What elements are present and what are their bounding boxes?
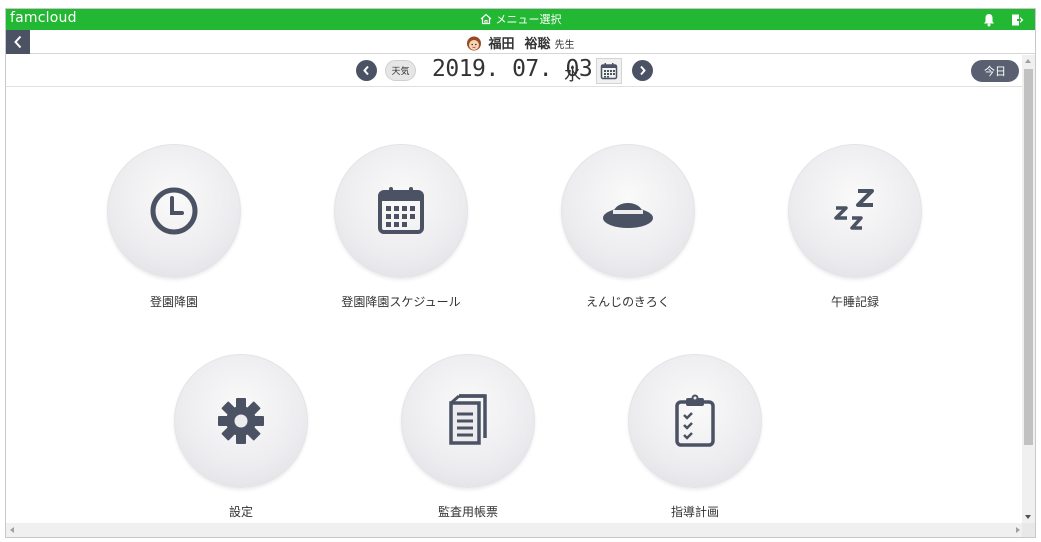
menu-tile-label: 登園降園スケジュール bbox=[341, 295, 461, 309]
menu-tile-label: 指導計画 bbox=[670, 505, 719, 519]
user-given-name: 裕聡 bbox=[524, 37, 551, 52]
title-bar: famcloud メニュー選択 bbox=[6, 9, 1035, 30]
menu-title[interactable]: メニュー選択 bbox=[6, 11, 1035, 28]
user-bar: 福田 裕聡 先生 bbox=[6, 30, 1035, 54]
calendar-icon bbox=[600, 63, 618, 80]
menu-tile-circle[interactable] bbox=[628, 354, 762, 488]
scroll-up-arrow-icon[interactable] bbox=[1025, 59, 1031, 63]
chevron-right-icon bbox=[640, 65, 646, 76]
scrollbar-thumb[interactable] bbox=[1024, 69, 1033, 445]
menu-tile-teaching-plan[interactable]: 指導計画 bbox=[620, 354, 770, 520]
vertical-scrollbar[interactable] bbox=[1022, 55, 1035, 523]
user-family-name: 福田 bbox=[488, 37, 515, 52]
sleep-zzz-icon bbox=[834, 189, 874, 230]
documents-icon bbox=[449, 394, 487, 445]
menu-tile-label: 登園降園 bbox=[149, 295, 198, 309]
menu-tile-circle[interactable] bbox=[107, 144, 241, 278]
menu-tile-label: 監査用帳票 bbox=[437, 505, 498, 519]
logout-icon[interactable] bbox=[1011, 12, 1025, 31]
scroll-left-arrow-icon[interactable] bbox=[10, 527, 14, 533]
menu-tile-nap-records[interactable]: 午睡記録 bbox=[780, 144, 930, 310]
date-bar: 天気 2019. 07. 03 水 今日 bbox=[6, 55, 1035, 87]
scroll-right-arrow-icon[interactable] bbox=[1016, 527, 1020, 533]
home-icon bbox=[480, 13, 492, 28]
menu-tile-label: 午睡記録 bbox=[830, 295, 879, 309]
menu-tile-label: 設定 bbox=[228, 505, 253, 519]
menu-tile-child-records[interactable]: えんじのきろく bbox=[553, 144, 703, 310]
today-button[interactable]: 今日 bbox=[971, 60, 1019, 82]
menu-tile-circle[interactable] bbox=[401, 354, 535, 488]
previous-day-button[interactable] bbox=[356, 60, 377, 81]
horizontal-scrollbar[interactable] bbox=[6, 523, 1024, 537]
scroll-down-arrow-icon[interactable] bbox=[1025, 515, 1031, 519]
hat-icon bbox=[603, 203, 653, 228]
clock-icon bbox=[150, 187, 198, 235]
menu-tile-circle[interactable] bbox=[174, 354, 308, 488]
current-weekday: 水 bbox=[564, 65, 581, 85]
gear-icon bbox=[218, 398, 264, 444]
calendar-picker-button[interactable] bbox=[596, 58, 622, 84]
menu-tile-attendance-schedule[interactable]: 登園降園スケジュール bbox=[326, 144, 476, 310]
menu-tile-label: えんじのきろく bbox=[586, 295, 670, 309]
chevron-left-icon bbox=[363, 65, 369, 76]
menu-tile-audit-forms[interactable]: 監査用帳票 bbox=[393, 354, 543, 520]
bell-icon[interactable] bbox=[983, 12, 995, 31]
calendar-icon bbox=[378, 187, 424, 234]
weather-button[interactable]: 天気 bbox=[385, 60, 416, 81]
menu-tile-circle[interactable] bbox=[334, 144, 468, 278]
menu-tile-circle[interactable] bbox=[561, 144, 695, 278]
teacher-avatar-icon bbox=[466, 35, 482, 55]
menu-tile-attendance[interactable]: 登園降園 bbox=[99, 144, 249, 310]
clipboard-checklist-icon bbox=[675, 394, 715, 447]
scrollbar-corner bbox=[1022, 523, 1035, 537]
menu-title-label: メニュー選択 bbox=[495, 13, 562, 26]
next-day-button[interactable] bbox=[632, 60, 653, 81]
user-info: 福田 裕聡 先生 bbox=[6, 33, 1035, 55]
app-window: famcloud メニュー選択 福田裕聡先生 天気 2019. 07. 03 bbox=[5, 8, 1036, 538]
menu-tile-circle[interactable] bbox=[788, 144, 922, 278]
user-honorific: 先生 bbox=[554, 40, 575, 51]
menu-tile-settings[interactable]: 設定 bbox=[166, 354, 316, 520]
